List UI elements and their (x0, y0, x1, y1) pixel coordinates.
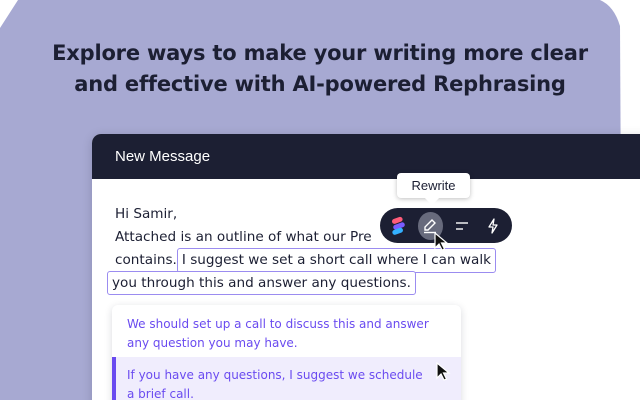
suggestion-item-selected[interactable]: If you have any questions, I suggest we … (112, 357, 461, 400)
suggestion-text-line-2: a brief call. (127, 387, 194, 400)
app-logo-icon[interactable] (386, 212, 412, 240)
message-line-3-lead: contains. (115, 252, 177, 268)
suggestion-text-line-1: We should set up a call to discuss this … (127, 317, 429, 331)
mouse-cursor-icon (436, 362, 451, 381)
mouse-cursor-icon (434, 232, 449, 251)
suggestion-text-line-2: any question you may have. (127, 336, 298, 350)
highlighted-sentence-part-2[interactable]: you through this and answer any question… (107, 270, 416, 295)
message-window-title: New Message (92, 134, 640, 179)
rewrite-tooltip: Rewrite (397, 173, 470, 198)
suggestions-panel: We should set up a call to discuss this … (112, 305, 461, 400)
shorten-lines-icon[interactable] (449, 212, 475, 240)
suggestion-text-line-1: If you have any questions, I suggest we … (127, 368, 423, 382)
lightning-icon[interactable] (481, 212, 507, 240)
headline-line-1: Explore ways to make your writing more c… (52, 41, 588, 65)
suggestion-item[interactable]: We should set up a call to discuss this … (112, 305, 461, 357)
headline: Explore ways to make your writing more c… (0, 38, 640, 100)
headline-line-2: and effective with AI-powered Rephrasing (74, 72, 566, 96)
